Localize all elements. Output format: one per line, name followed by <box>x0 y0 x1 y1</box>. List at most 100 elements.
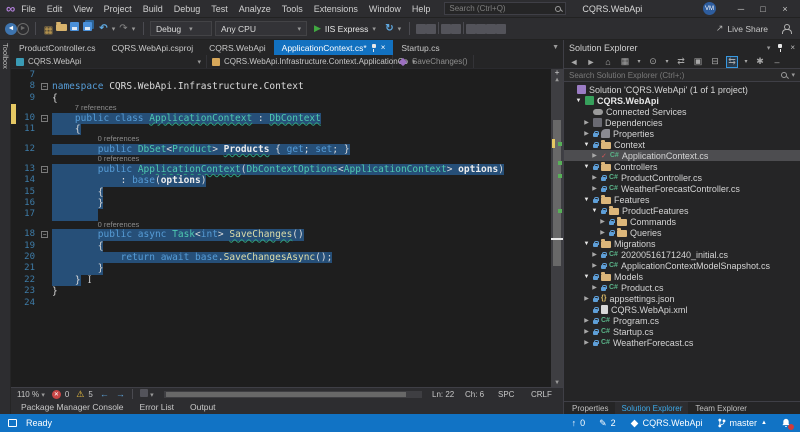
tree-item-properties[interactable]: ▶ Properties <box>564 128 800 139</box>
collapse-box-icon[interactable]: − <box>41 83 48 91</box>
collapsed-arrow-icon[interactable]: ▶ <box>583 130 590 137</box>
tree-item-product-cs[interactable]: ▶ C# Product.cs <box>564 282 800 293</box>
toolbox-tab[interactable]: Toolbox <box>1 43 10 69</box>
close-button[interactable]: × <box>774 4 796 14</box>
collapsed-arrow-icon[interactable]: ▶ <box>599 218 606 225</box>
repository-picker[interactable]: CQRS.WebApi <box>630 418 703 428</box>
menu-build[interactable]: Build <box>143 4 163 14</box>
expanded-arrow-icon[interactable]: ▼ <box>575 98 582 104</box>
collapsed-arrow-icon[interactable]: ▶ <box>591 174 598 181</box>
bookmark-prev-icon[interactable] <box>475 23 486 34</box>
tree-item-features[interactable]: ▼ Features <box>564 194 800 205</box>
scroll-up-arrow[interactable]: ▲ <box>551 76 563 83</box>
expanded-arrow-icon[interactable]: ▼ <box>583 164 590 170</box>
dash-icon[interactable]: – <box>771 56 783 68</box>
se-tab-solution-explorer[interactable]: Solution Explorer <box>615 402 689 414</box>
tree-item-cqrs-webapi[interactable]: ▼ CQRS.WebApi <box>564 95 800 106</box>
clock-icon[interactable]: ⊙ <box>647 56 659 68</box>
tab-startup-cs[interactable]: Startup.cs <box>393 40 447 55</box>
tree-item-queries[interactable]: ▶ Queries <box>564 227 800 238</box>
editor-vertical-scrollbar[interactable]: + ▲ ▼ <box>551 69 563 387</box>
expanded-arrow-icon[interactable]: ▼ <box>583 241 590 247</box>
caret-icon[interactable] <box>110 22 117 35</box>
notifications-bell[interactable] <box>781 418 794 430</box>
caret-icon[interactable] <box>396 22 403 35</box>
screenshot-icon[interactable] <box>425 23 436 34</box>
navigate-backward-icon[interactable]: ← <box>100 389 109 399</box>
menu-tools[interactable]: Tools <box>282 4 303 14</box>
codelens-references[interactable]: 0 references <box>98 155 140 164</box>
pin-icon[interactable] <box>777 43 783 52</box>
tab-list-chevron-icon[interactable]: ▼ <box>552 44 559 51</box>
find-in-files-icon[interactable] <box>450 23 461 34</box>
home-icon[interactable]: ⌂ <box>602 56 614 68</box>
tree-item-productfeatures[interactable]: ▼ ProductFeatures <box>564 205 800 216</box>
menu-window[interactable]: Window <box>369 4 401 14</box>
tree-item-dependencies[interactable]: ▶ Dependencies <box>564 117 800 128</box>
bookmark-folder-icon[interactable] <box>495 23 506 34</box>
pending-edits-count[interactable]: ✎ 2 <box>599 418 616 429</box>
collapsed-arrow-icon[interactable]: ▶ <box>583 328 590 335</box>
save-all-icon[interactable] <box>81 20 94 33</box>
panel-tab-error-list[interactable]: Error List <box>140 402 174 412</box>
editor-horizontal-scrollbar[interactable] <box>163 390 422 398</box>
window-menu-icon[interactable]: ▾ <box>767 44 771 52</box>
caret-icon[interactable]: ▾ <box>636 56 642 68</box>
type-dropdown[interactable]: CQRS.WebApi.Infrastructure.Context.Appli… <box>207 55 415 68</box>
close-tab-icon[interactable]: × <box>381 43 386 52</box>
menu-analyze[interactable]: Analyze <box>239 4 271 14</box>
tree-item-commands[interactable]: ▶ Commands <box>564 216 800 227</box>
tree-item-weatherforecastcontroller-cs[interactable]: ▶ C# WeatherForecastController.cs <box>564 183 800 194</box>
menu-edit[interactable]: Edit <box>47 4 63 14</box>
redo-icon[interactable] <box>117 22 130 35</box>
navigate-back-icon[interactable] <box>5 22 17 35</box>
add-user-icon[interactable] <box>781 23 792 34</box>
tree-item-connected-services[interactable]: Connected Services <box>564 106 800 117</box>
scroll-down-arrow[interactable]: ▼ <box>551 379 563 386</box>
tab-cqrs-webapi[interactable]: CQRS.WebApi <box>201 40 274 55</box>
collapse-box-icon[interactable]: − <box>41 231 48 239</box>
collapse-all-icon[interactable]: ⊟ <box>709 56 721 68</box>
caret-icon[interactable] <box>130 22 137 35</box>
code-editor[interactable]: 7 8− namespace CQRS.WebApi.Infrastructure.… <box>11 69 563 387</box>
tree-item-solution-cqrs-webapi-1-of-1-project-[interactable]: Solution 'CQRS.WebApi' (1 of 1 project) <box>564 84 800 95</box>
tree-item-20200516171240-initial-cs[interactable]: ▶ C# 20200516171240_initial.cs <box>564 249 800 260</box>
feedback-icon[interactable] <box>415 23 426 34</box>
project-dropdown[interactable]: CQRS.WebApi ▾ <box>11 55 207 68</box>
new-project-icon[interactable] <box>42 24 55 37</box>
back-icon[interactable]: ◄ <box>568 56 580 68</box>
collapsed-arrow-icon[interactable]: ▶ <box>591 251 598 258</box>
forward-icon[interactable]: ► <box>585 56 597 68</box>
properties-icon[interactable]: ✱ <box>754 56 766 68</box>
warning-count[interactable]: ⚠ 5 <box>76 389 93 400</box>
collapsed-arrow-icon[interactable]: ▶ <box>583 339 590 346</box>
nest-icon[interactable]: ▣ <box>692 56 704 68</box>
menu-project[interactable]: Project <box>104 4 132 14</box>
tree-item-controllers[interactable]: ▼ Controllers <box>564 161 800 172</box>
codelens-references[interactable]: 0 references <box>98 135 140 144</box>
solution-configurations-dropdown[interactable]: Debug ▾ <box>150 21 212 36</box>
open-folder-icon[interactable] <box>55 20 68 33</box>
close-panel-icon[interactable]: × <box>790 43 795 52</box>
expanded-arrow-icon[interactable]: ▼ <box>591 208 598 214</box>
member-dropdown[interactable]: SaveChanges() <box>393 55 474 68</box>
tree-item-cqrs-webapi-xml[interactable]: CQRS.WebApi.xml <box>564 304 800 315</box>
save-icon[interactable] <box>68 20 81 33</box>
expanded-arrow-icon[interactable]: ▼ <box>583 197 590 203</box>
collapsed-arrow-icon[interactable]: ▶ <box>583 119 590 126</box>
user-avatar[interactable]: VM <box>703 2 716 15</box>
hscroll-thumb[interactable] <box>165 391 406 397</box>
collapsed-arrow-icon[interactable]: ▶ <box>583 295 590 302</box>
refresh-icon[interactable] <box>383 22 396 35</box>
switch-views-icon[interactable]: ▦ <box>619 56 631 68</box>
panel-tab-output[interactable]: Output <box>190 402 216 412</box>
tree-item-productcontroller-cs[interactable]: ▶ C# ProductController.cs <box>564 172 800 183</box>
expanded-arrow-icon[interactable]: ▼ <box>583 142 590 148</box>
quick-search-box[interactable]: Search (Ctrl+Q) <box>444 2 567 15</box>
se-tab-team-explorer[interactable]: Team Explorer <box>689 402 753 414</box>
pin-icon[interactable] <box>371 43 377 52</box>
tree-item-weatherforecast-cs[interactable]: ▶ C# WeatherForecast.cs <box>564 337 800 348</box>
tree-item-program-cs[interactable]: ▶ C# Program.cs <box>564 315 800 326</box>
tree-item-migrations[interactable]: ▼ Migrations <box>564 238 800 249</box>
navigate-to-icon[interactable] <box>440 23 451 34</box>
